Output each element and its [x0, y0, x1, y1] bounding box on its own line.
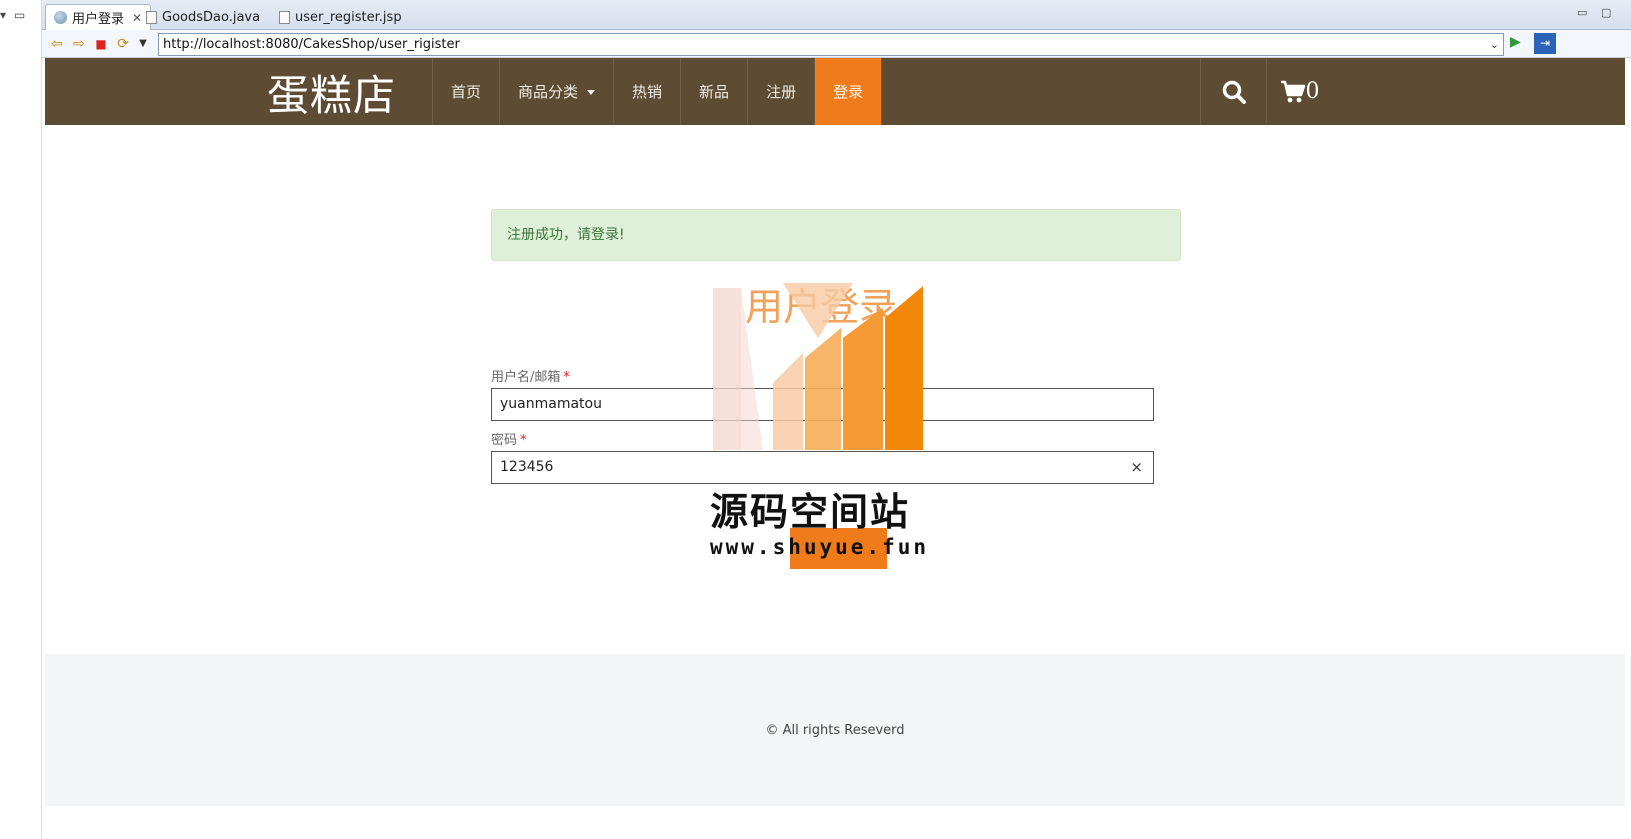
globe-icon [54, 11, 67, 24]
cart-button[interactable]: 0 [1266, 58, 1332, 125]
password-value: 123456 [500, 459, 554, 475]
maximize-icon[interactable]: ▭ [14, 8, 25, 22]
tab-user-login[interactable]: 用户登录 ✕ [45, 4, 152, 30]
site-header: 蛋糕店 首页 商品分类 热销 新品 注册 登录 0 [45, 58, 1625, 125]
username-label: 用户名/邮箱 * [491, 366, 570, 385]
copyright-text: © All rights Reseverd [765, 723, 905, 738]
caret-down-icon [587, 90, 596, 95]
required-mark: * [520, 433, 527, 448]
watermark-logo [713, 283, 923, 450]
cart-count: 0 [1305, 79, 1320, 104]
browser-toolbar: ⇦ ⇨ ■ ⟳ ▼ http://localhost:8080/CakesSho… [42, 30, 1631, 58]
required-mark: * [563, 370, 570, 385]
password-input[interactable]: 123456 × [491, 451, 1154, 484]
password-label: 密码 * [491, 429, 527, 448]
ide-left-strip: ▾ ▭ [0, 0, 42, 839]
nav-login[interactable]: 登录 [814, 58, 883, 125]
nav-hot[interactable]: 热销 [613, 58, 680, 125]
open-external-icon[interactable]: ⇥ [1534, 33, 1556, 54]
tab-user-register[interactable]: user_register.jsp [271, 4, 410, 30]
url-text: http://localhost:8080/CakesShop/user_rig… [163, 37, 460, 52]
url-input[interactable]: http://localhost:8080/CakesShop/user_rig… [158, 33, 1504, 56]
nav-label: 登录 [833, 83, 864, 101]
search-icon [1222, 80, 1246, 104]
nav-label: 热销 [632, 83, 663, 101]
java-file-icon [146, 10, 157, 24]
nav-new[interactable]: 新品 [680, 58, 747, 125]
back-icon[interactable]: ⇦ [48, 35, 66, 53]
label-text: 用户名/邮箱 [491, 370, 561, 385]
clear-icon[interactable]: × [1130, 452, 1143, 483]
go-icon[interactable]: ▶ [1510, 34, 1521, 50]
view-menu-icon[interactable]: ▾ [0, 8, 6, 22]
label-text: 密码 [491, 433, 518, 448]
stop-icon[interactable]: ■ [92, 35, 110, 53]
forward-icon[interactable]: ⇨ [70, 35, 88, 53]
browser-viewport: 蛋糕店 首页 商品分类 热销 新品 注册 登录 0 注册成功，请登录! 用户名/… [45, 58, 1625, 839]
main-nav: 首页 商品分类 热销 新品 注册 登录 [432, 58, 883, 125]
chevron-down-icon[interactable]: ⌄ [1490, 34, 1499, 55]
nav-home[interactable]: 首页 [432, 58, 499, 125]
minimize-icon[interactable]: ▭ [1577, 6, 1587, 19]
history-dropdown-icon[interactable]: ▼ [134, 35, 152, 53]
nav-label: 注册 [766, 83, 797, 101]
maximize-icon[interactable]: ▢ [1601, 6, 1611, 19]
watermark-url: www.shuyue.fun [710, 535, 930, 559]
watermark-text: 源码空间站 [710, 490, 911, 534]
tab-label: GoodsDao.java [162, 9, 261, 25]
nav-category[interactable]: 商品分类 [499, 58, 613, 125]
jsp-file-icon [279, 10, 290, 24]
editor-tab-bar: 用户登录 ✕ GoodsDao.java user_register.jsp ▭… [42, 0, 1631, 30]
search-button[interactable] [1200, 58, 1266, 125]
username-value: yuanmamatou [500, 396, 602, 412]
header-actions: 0 [1200, 58, 1332, 125]
nav-label: 新品 [699, 83, 730, 101]
tab-label: 用户登录 [72, 12, 125, 27]
cart-icon [1280, 80, 1305, 102]
nav-label: 首页 [451, 83, 482, 101]
site-brand[interactable]: 蛋糕店 [267, 62, 396, 123]
tab-label: user_register.jsp [295, 9, 402, 25]
nav-register[interactable]: 注册 [747, 58, 814, 125]
success-alert: 注册成功，请登录! [491, 209, 1181, 261]
nav-label: 商品分类 [518, 83, 579, 101]
site-footer: © All rights Reseverd [45, 654, 1625, 806]
refresh-icon[interactable]: ⟳ [114, 35, 132, 53]
tab-goods-dao[interactable]: GoodsDao.java [138, 4, 268, 30]
